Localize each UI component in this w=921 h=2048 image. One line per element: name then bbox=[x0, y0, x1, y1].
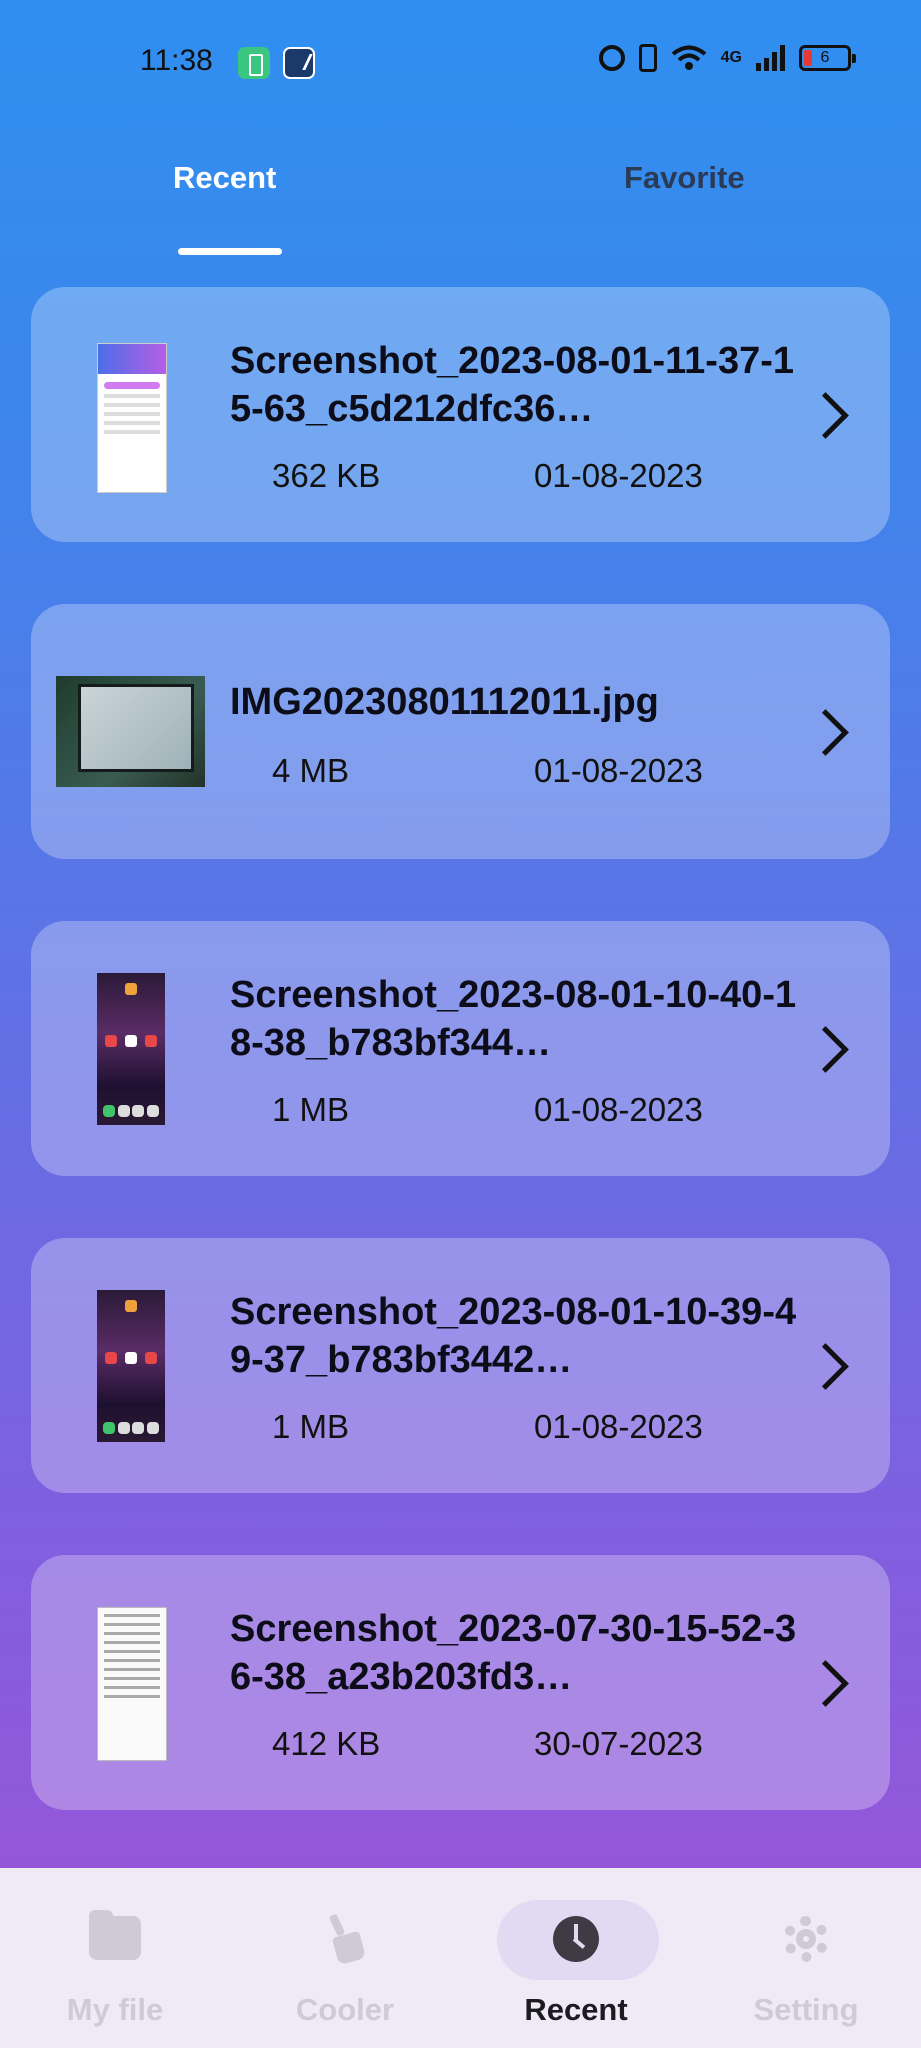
vibrate-icon bbox=[638, 44, 657, 72]
file-thumbnail bbox=[97, 973, 165, 1125]
file-thumbnail bbox=[56, 676, 205, 787]
clock-icon bbox=[553, 1916, 599, 1962]
battery-icon: 6 bbox=[799, 45, 856, 71]
file-size: 412 KB bbox=[272, 1725, 381, 1762]
file-card[interactable]: Screenshot_2023-08-01-10-39-49-37_b783bf… bbox=[31, 1238, 890, 1493]
file-size: 1 MB bbox=[272, 1408, 350, 1445]
file-name: IMG20230801112011.jpg bbox=[230, 681, 659, 723]
tab-recent[interactable]: Recent bbox=[173, 160, 276, 196]
nav-my-file[interactable]: My file bbox=[0, 1868, 230, 2048]
active-tab-indicator bbox=[178, 248, 282, 255]
file-size: 4 MB bbox=[272, 752, 350, 789]
broom-icon bbox=[325, 1914, 365, 1964]
nav-label: Cooler bbox=[295, 1992, 395, 2027]
notification-app-icon bbox=[283, 47, 315, 79]
file-thumbnail bbox=[97, 1290, 165, 1442]
file-thumbnail bbox=[97, 343, 167, 493]
network-type-label: 4G bbox=[720, 49, 742, 66]
file-card[interactable]: Screenshot_2023-08-01-10-40-18-38_b783bf… bbox=[31, 921, 890, 1176]
nav-cooler[interactable]: Cooler bbox=[230, 1868, 460, 2048]
file-name: Screenshot_2023-08-01-11-37-15-63_c5d212… bbox=[230, 340, 795, 430]
file-card[interactable]: IMG20230801112011.jpg 4 MB 01-08-2023 bbox=[31, 604, 890, 859]
alarm-icon bbox=[598, 45, 625, 71]
file-size: 1 MB bbox=[272, 1091, 350, 1128]
status-icons: 4G 6 bbox=[598, 44, 856, 72]
tab-favorite[interactable]: Favorite bbox=[624, 160, 745, 196]
nav-setting[interactable]: Setting bbox=[691, 1868, 921, 2048]
nav-label: Setting bbox=[753, 1992, 859, 2027]
nav-label: Recent bbox=[524, 1992, 628, 2027]
file-date: 01-08-2023 bbox=[534, 1091, 703, 1128]
file-name: Screenshot_2023-07-30-15-52-36-38_a23b20… bbox=[230, 1608, 797, 1698]
file-size: 362 KB bbox=[272, 457, 381, 494]
signal-icon bbox=[756, 45, 785, 71]
file-name: Screenshot_2023-08-01-10-40-18-38_b783bf… bbox=[230, 974, 797, 1064]
folder-icon bbox=[89, 1910, 141, 1960]
file-thumbnail bbox=[97, 1607, 167, 1761]
file-card[interactable]: Screenshot_2023-08-01-11-37-15-63_c5d212… bbox=[31, 287, 890, 542]
file-date: 01-08-2023 bbox=[534, 457, 703, 494]
status-time: 11:38 bbox=[140, 44, 213, 77]
bottom-nav: My file Cooler Recent Setting bbox=[0, 1868, 921, 2048]
status-bar: 11:38 4G 6 bbox=[0, 0, 921, 120]
nav-recent[interactable]: Recent bbox=[461, 1868, 691, 2048]
file-date: 30-07-2023 bbox=[534, 1725, 703, 1762]
nav-label: My file bbox=[66, 1992, 164, 2027]
file-date: 01-08-2023 bbox=[534, 752, 703, 789]
file-name: Screenshot_2023-08-01-10-39-49-37_b783bf… bbox=[230, 1291, 797, 1381]
gear-icon bbox=[783, 1916, 829, 1962]
file-date: 01-08-2023 bbox=[534, 1408, 703, 1445]
file-card[interactable]: Screenshot_2023-07-30-15-52-36-38_a23b20… bbox=[31, 1555, 890, 1810]
battery-app-icon bbox=[238, 47, 270, 79]
wifi-icon bbox=[671, 45, 706, 70]
